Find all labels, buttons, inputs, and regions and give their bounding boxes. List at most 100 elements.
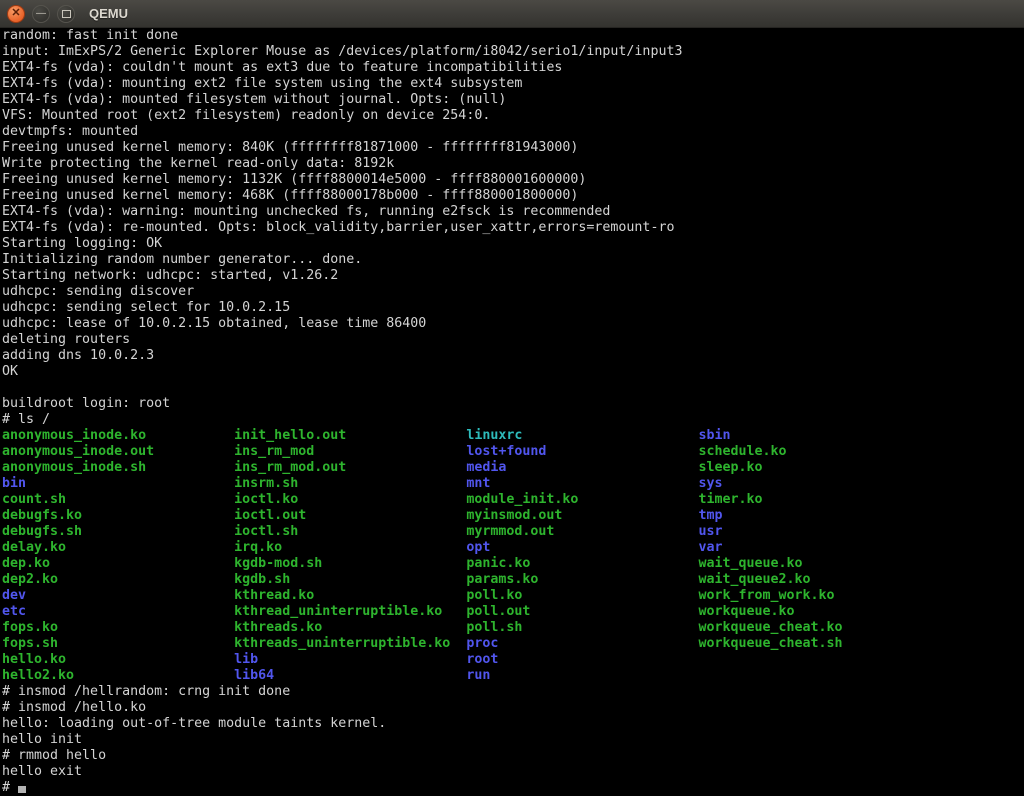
file-entry: root (466, 652, 698, 668)
terminal-line: udhcpc: sending discover (2, 284, 1024, 300)
file-entry: poll.sh (466, 620, 698, 636)
terminal-line: udhcpc: lease of 10.0.2.15 obtained, lea… (2, 316, 1024, 332)
terminal-line: Write protecting the kernel read-only da… (2, 156, 1024, 172)
ls-row: anonymous_inode.shins_rm_mod.outmediasle… (2, 460, 1024, 476)
window-titlebar: ✕ — QEMU (0, 0, 1024, 28)
file-entry: fops.sh (2, 636, 234, 652)
file-entry: debugfs.ko (2, 508, 234, 524)
file-entry: work_from_work.ko (698, 588, 930, 604)
terminal-line: # insmod /hellrandom: crng init done (2, 684, 1024, 700)
terminal-line: # rmmod hello (2, 748, 1024, 764)
maximize-button[interactable] (57, 5, 75, 23)
terminal-line: EXT4-fs (vda): warning: mounting uncheck… (2, 204, 1024, 220)
file-entry: ins_rm_mod.out (234, 460, 466, 476)
file-entry: hello.ko (2, 652, 234, 668)
ls-row: hello2.kolib64run (2, 668, 1024, 684)
ls-row: bininsrm.shmntsys (2, 476, 1024, 492)
file-entry: myrmmod.out (466, 524, 698, 540)
file-entry: hello2.ko (2, 668, 234, 684)
terminal-line: udhcpc: sending select for 10.0.2.15 (2, 300, 1024, 316)
ls-row: dep2.kokgdb.shparams.kowait_queue2.ko (2, 572, 1024, 588)
terminal-line: Freeing unused kernel memory: 468K (ffff… (2, 188, 1024, 204)
file-entry: anonymous_inode.sh (2, 460, 234, 476)
file-entry: kthreads_uninterruptible.ko (234, 636, 466, 652)
ls-row: fops.shkthreads_uninterruptible.koprocwo… (2, 636, 1024, 652)
terminal-line: VFS: Mounted root (ext2 filesystem) read… (2, 108, 1024, 124)
file-entry: kthread_uninterruptible.ko (234, 604, 466, 620)
maximize-icon (62, 10, 71, 18)
shell-prompt: # (2, 780, 18, 795)
file-entry: usr (698, 524, 930, 540)
file-entry: kgdb.sh (234, 572, 466, 588)
ls-row: count.shioctl.komodule_init.kotimer.ko (2, 492, 1024, 508)
file-entry: proc (466, 636, 698, 652)
file-entry: dep.ko (2, 556, 234, 572)
terminal-line: random: fast init done (2, 28, 1024, 44)
window-title: QEMU (89, 6, 128, 21)
file-entry: irq.ko (234, 540, 466, 556)
ls-row: anonymous_inode.outins_rm_modlost+founds… (2, 444, 1024, 460)
file-entry: dep2.ko (2, 572, 234, 588)
file-entry: wait_queue2.ko (698, 572, 930, 588)
file-entry: debugfs.sh (2, 524, 234, 540)
file-entry: schedule.ko (698, 444, 930, 460)
prompt-line: # (2, 780, 1024, 796)
terminal[interactable]: random: fast init doneinput: ImExPS/2 Ge… (0, 28, 1024, 796)
terminal-line: hello init (2, 732, 1024, 748)
file-entry: var (698, 540, 930, 556)
file-entry: workqueue_cheat.sh (698, 636, 930, 652)
file-entry: fops.ko (2, 620, 234, 636)
file-entry: count.sh (2, 492, 234, 508)
boot-log: random: fast init doneinput: ImExPS/2 Ge… (2, 28, 1024, 428)
ls-row: anonymous_inode.koinit_hello.outlinuxrcs… (2, 428, 1024, 444)
file-entry: sleep.ko (698, 460, 930, 476)
terminal-line: # insmod /hello.ko (2, 700, 1024, 716)
terminal-line: hello exit (2, 764, 1024, 780)
terminal-line: EXT4-fs (vda): re-mounted. Opts: block_v… (2, 220, 1024, 236)
ls-row: devkthread.kopoll.kowork_from_work.ko (2, 588, 1024, 604)
file-entry: anonymous_inode.ko (2, 428, 234, 444)
close-button[interactable]: ✕ (7, 5, 25, 23)
file-entry: kgdb-mod.sh (234, 556, 466, 572)
shell-output: # insmod /hellrandom: crng init done# in… (2, 684, 1024, 780)
file-entry: media (466, 460, 698, 476)
terminal-line: Starting network: udhcpc: started, v1.26… (2, 268, 1024, 284)
file-entry: poll.ko (466, 588, 698, 604)
terminal-line: adding dns 10.0.2.3 (2, 348, 1024, 364)
terminal-line: Freeing unused kernel memory: 1132K (fff… (2, 172, 1024, 188)
file-entry: wait_queue.ko (698, 556, 930, 572)
file-entry: sbin (698, 428, 930, 444)
file-entry: timer.ko (698, 492, 930, 508)
file-entry: ins_rm_mod (234, 444, 466, 460)
ls-row: debugfs.shioctl.shmyrmmod.outusr (2, 524, 1024, 540)
file-entry: ioctl.sh (234, 524, 466, 540)
terminal-line (2, 380, 1024, 396)
file-entry: bin (2, 476, 234, 492)
file-entry: kthread.ko (234, 588, 466, 604)
file-entry: init_hello.out (234, 428, 466, 444)
file-entry: poll.out (466, 604, 698, 620)
terminal-line: OK (2, 364, 1024, 380)
minimize-button[interactable]: — (32, 5, 50, 23)
terminal-cursor (18, 786, 26, 793)
file-entry: sys (698, 476, 930, 492)
file-entry: module_init.ko (466, 492, 698, 508)
ls-row: hello.kolibroot (2, 652, 1024, 668)
ls-row: fops.kokthreads.kopoll.shworkqueue_cheat… (2, 620, 1024, 636)
file-entry: mnt (466, 476, 698, 492)
file-entry: workqueue_cheat.ko (698, 620, 930, 636)
file-entry: tmp (698, 508, 930, 524)
file-entry: kthreads.ko (234, 620, 466, 636)
file-entry: lib (234, 652, 466, 668)
ls-row: etckthread_uninterruptible.kopoll.outwor… (2, 604, 1024, 620)
terminal-line: devtmpfs: mounted (2, 124, 1024, 140)
file-entry: run (466, 668, 698, 684)
file-entry: lib64 (234, 668, 466, 684)
file-entry: dev (2, 588, 234, 604)
terminal-line: hello: loading out-of-tree module taints… (2, 716, 1024, 732)
terminal-line: input: ImExPS/2 Generic Explorer Mouse a… (2, 44, 1024, 60)
file-entry: opt (466, 540, 698, 556)
file-entry: linuxrc (466, 428, 698, 444)
terminal-line: Freeing unused kernel memory: 840K (ffff… (2, 140, 1024, 156)
file-entry: delay.ko (2, 540, 234, 556)
